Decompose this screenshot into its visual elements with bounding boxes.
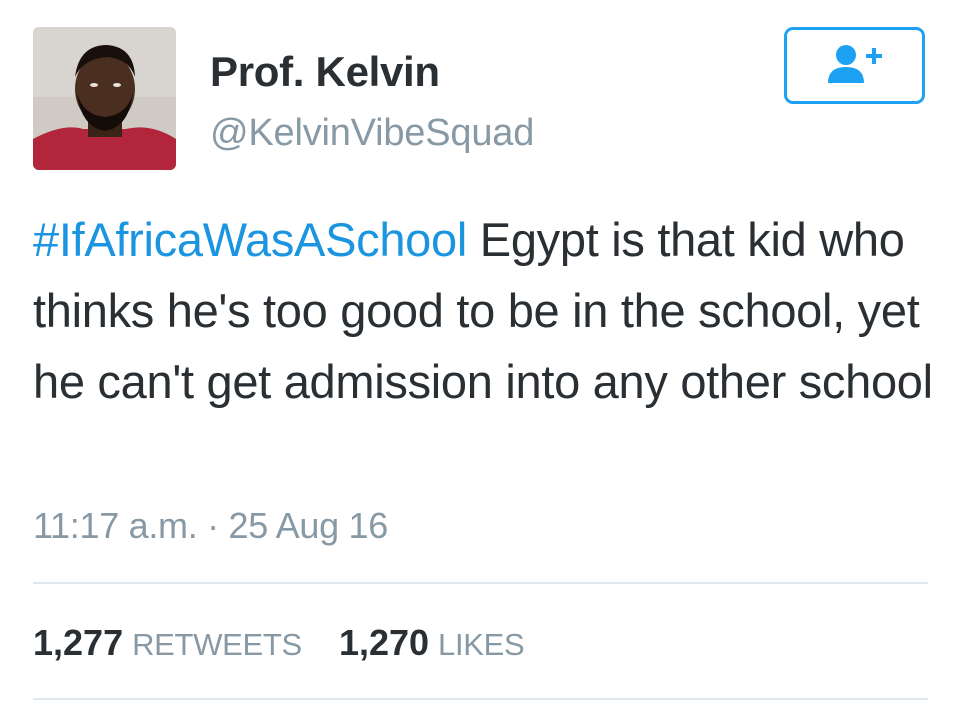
user-handle[interactable]: @KelvinVibeSquad [210,112,534,155]
tweet-stats: 1,277 RETWEETS 1,270 LIKES [33,622,525,664]
avatar[interactable] [33,27,176,170]
tweet-text: #IfAfricaWasASchool Egypt is that kid wh… [33,204,933,417]
tweet-timestamp[interactable]: 11:17 a.m. · 25 Aug 16 [33,505,388,547]
hashtag-link[interactable]: #IfAfricaWasASchool [33,213,467,266]
follow-button[interactable] [784,27,925,104]
likes-label: LIKES [438,627,525,662]
retweets-stat[interactable]: 1,277 RETWEETS [33,622,302,663]
retweets-label: RETWEETS [132,627,302,662]
divider [33,698,928,700]
add-user-icon [824,41,886,90]
likes-stat[interactable]: 1,270 LIKES [338,622,525,663]
likes-count: 1,270 [338,622,430,663]
retweets-count: 1,277 [33,622,124,663]
display-name[interactable]: Prof. Kelvin [210,48,440,96]
divider [33,582,928,584]
